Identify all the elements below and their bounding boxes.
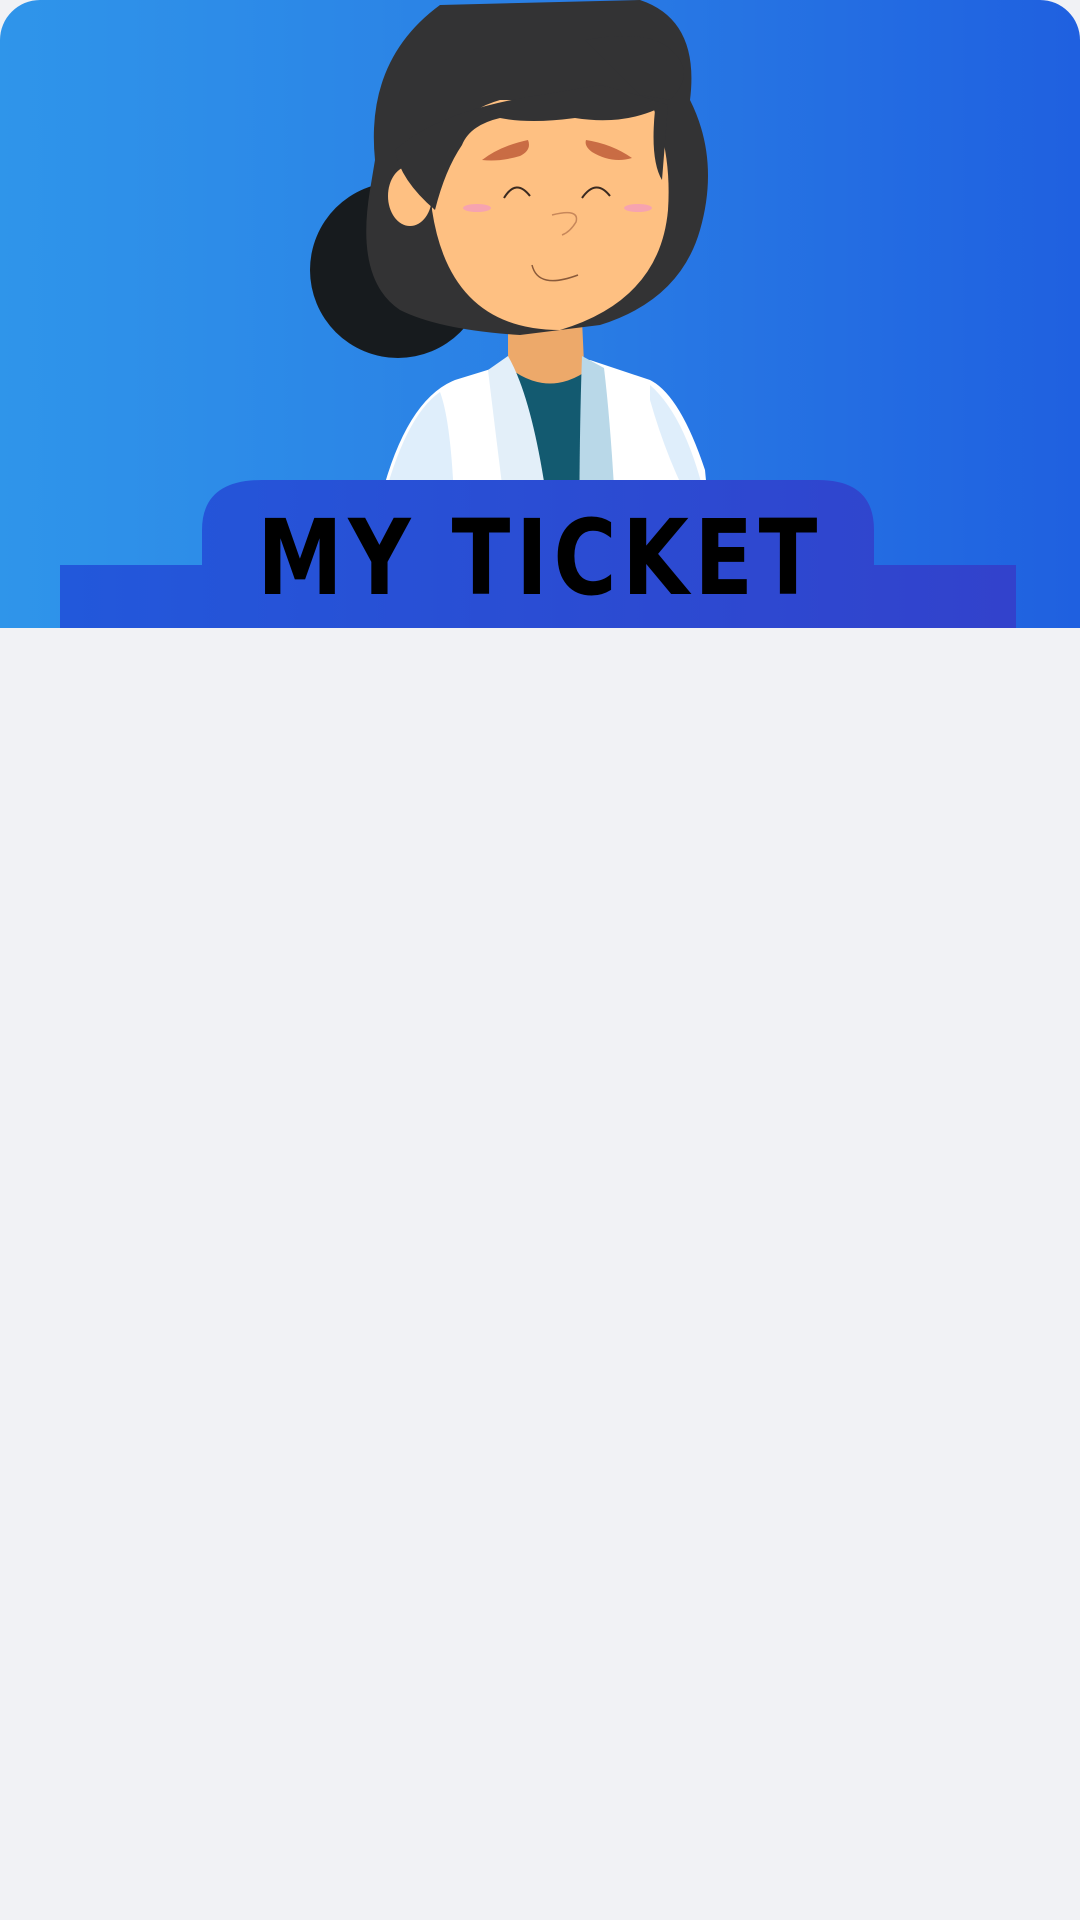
page-title: MY TICKET	[257, 497, 823, 619]
title-banner: MY TICKET	[0, 480, 1080, 628]
content-area	[0, 628, 1080, 1920]
